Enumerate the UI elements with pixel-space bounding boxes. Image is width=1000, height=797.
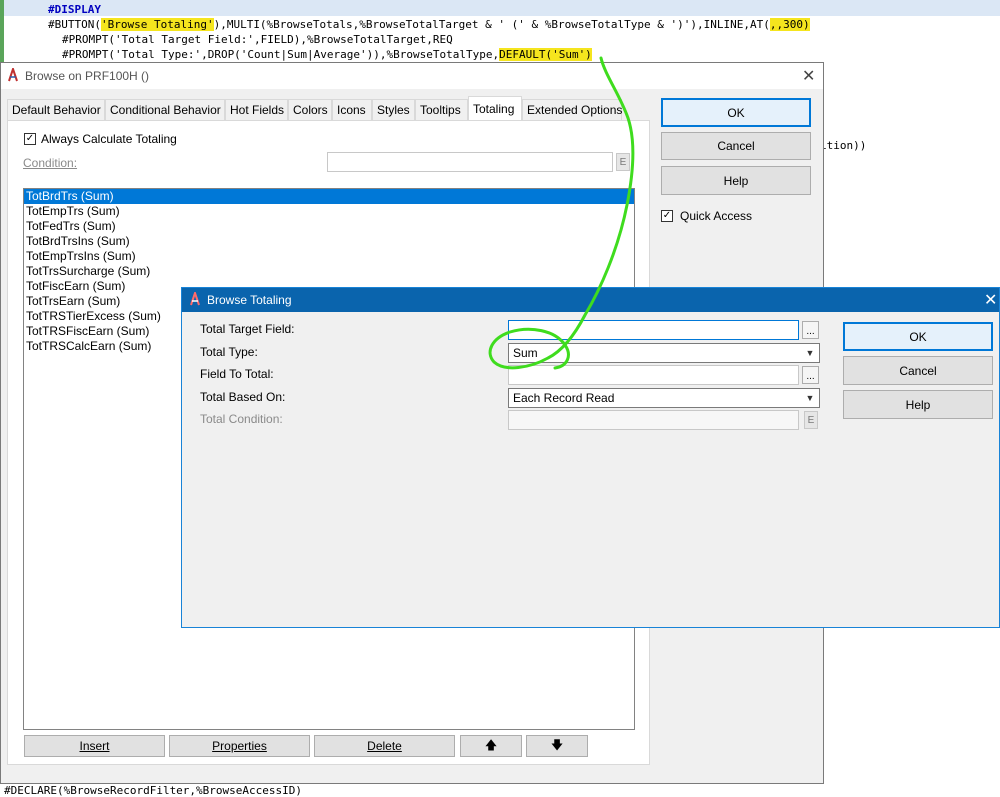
annotation-overlay — [488, 56, 635, 370]
annotation-stroke — [488, 56, 635, 370]
